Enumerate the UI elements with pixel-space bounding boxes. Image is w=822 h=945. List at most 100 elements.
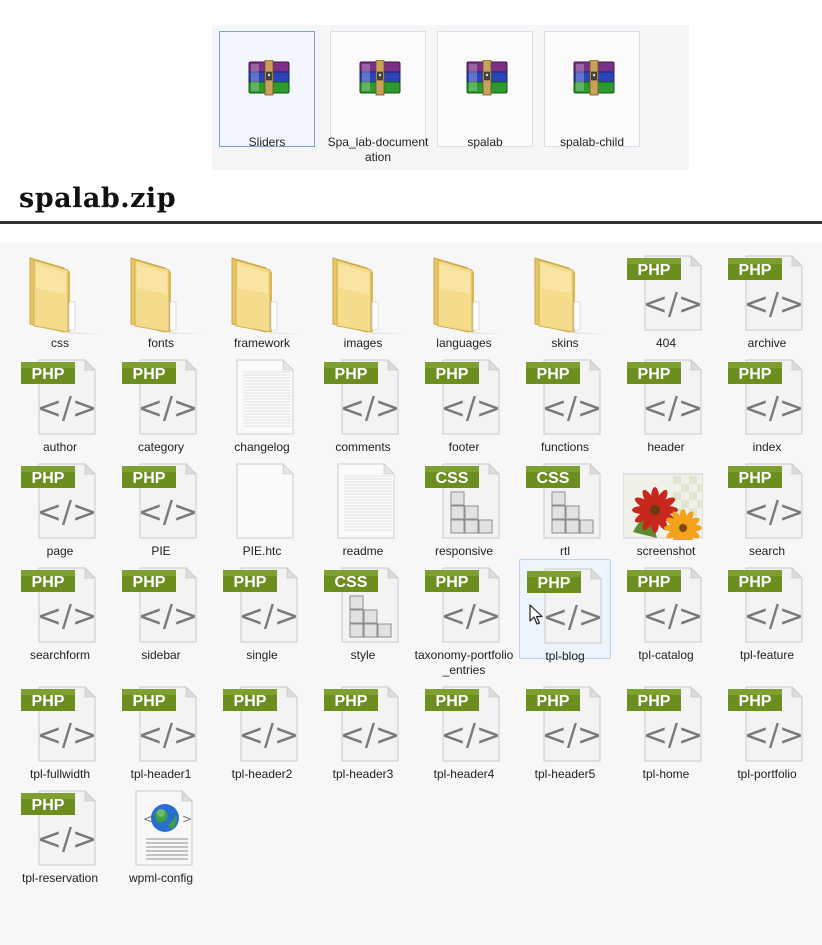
- file-label: images: [343, 336, 383, 350]
- archive-item-spalab-child[interactable]: spalab-child: [544, 31, 640, 149]
- php-file-icon: PHP </>: [219, 566, 299, 644]
- svg-text:</>: </>: [643, 718, 703, 753]
- file-item-tpl-home[interactable]: PHP </> tpl-home: [620, 678, 712, 781]
- file-item-style[interactable]: CSS style: [317, 559, 409, 662]
- php-file-icon: PHP </>: [623, 358, 703, 436]
- file-item-tpl-reservation[interactable]: PHP </> tpl-reservation: [14, 782, 106, 885]
- image-thumbnail-icon: [622, 462, 705, 547]
- folder-icon: [424, 254, 504, 334]
- archive-item-spalab[interactable]: spalab: [437, 31, 533, 149]
- file-item-sidebar[interactable]: PHP </> sidebar: [115, 559, 207, 662]
- svg-text:</>: </>: [542, 718, 602, 753]
- file-item-tpl-header3[interactable]: PHP </> tpl-header3: [317, 678, 409, 781]
- svg-text:PHP: PHP: [436, 574, 469, 591]
- svg-text:PHP: PHP: [739, 262, 772, 279]
- file-item-responsive[interactable]: CSS responsive: [418, 455, 510, 558]
- file-label: screenshot: [636, 544, 696, 558]
- file-item-readme[interactable]: readme: [317, 455, 409, 558]
- file-item-index[interactable]: PHP </> index: [721, 351, 813, 454]
- php-file-icon: PHP </>: [724, 358, 804, 436]
- file-item-searchform[interactable]: PHP </> searchform: [14, 559, 106, 662]
- svg-text:</>: </>: [744, 287, 804, 322]
- xml-file-icon: < >: [118, 789, 198, 867]
- file-label: author: [42, 440, 78, 454]
- svg-text:</>: </>: [138, 718, 198, 753]
- archive-label: Sliders: [248, 135, 286, 149]
- folder-icon: [20, 254, 100, 334]
- file-label: comments: [335, 440, 391, 454]
- file-item-comments[interactable]: PHP </> comments: [317, 351, 409, 454]
- svg-text:PHP: PHP: [739, 470, 772, 487]
- file-label: tpl-reservation: [21, 871, 99, 885]
- file-label: rtl: [560, 544, 570, 558]
- svg-text:PHP: PHP: [32, 797, 65, 814]
- php-file-icon: PHP </>: [320, 685, 400, 763]
- folder-icon: [222, 254, 302, 334]
- file-item-tpl-fullwidth[interactable]: PHP </> tpl-fullwidth: [14, 678, 106, 781]
- winrar-archive-icon: [248, 59, 290, 96]
- file-item-tpl-portfolio[interactable]: PHP </> tpl-portfolio: [721, 678, 813, 781]
- file-item-pie[interactable]: PHP </> PIE: [115, 455, 207, 558]
- svg-text:</>: </>: [542, 391, 602, 426]
- file-label: archive: [747, 336, 787, 350]
- svg-text:</>: </>: [643, 287, 703, 322]
- file-item-wpml-config[interactable]: < > wpml-config: [115, 782, 207, 885]
- title-divider: [0, 221, 822, 224]
- svg-text:</>: </>: [138, 391, 198, 426]
- php-file-icon: PHP </>: [623, 254, 703, 332]
- svg-text:PHP: PHP: [436, 366, 469, 383]
- archive-item-sliders[interactable]: Sliders: [219, 31, 315, 149]
- file-item-skins[interactable]: skins: [519, 247, 611, 350]
- file-item-footer[interactable]: PHP </> footer: [418, 351, 510, 454]
- archive-label: Spa_lab-documentation: [327, 135, 429, 164]
- svg-text:PHP: PHP: [537, 693, 570, 710]
- svg-text:PHP: PHP: [335, 366, 368, 383]
- svg-text:CSS: CSS: [335, 574, 368, 591]
- file-label: taxonomy-portfolio_entries: [414, 648, 514, 677]
- svg-text:PHP: PHP: [335, 693, 368, 710]
- file-item-header[interactable]: PHP </> header: [620, 351, 712, 454]
- archive-item-spa-lab-documentation[interactable]: Spa_lab-documentation: [328, 31, 428, 164]
- file-item-author[interactable]: PHP </> author: [14, 351, 106, 454]
- file-item-pie-htc[interactable]: PIE.htc: [216, 455, 308, 558]
- file-item-category[interactable]: PHP </> category: [115, 351, 207, 454]
- file-label: readme: [342, 544, 384, 558]
- file-item-page[interactable]: PHP </> page: [14, 455, 106, 558]
- file-item-tpl-header1[interactable]: PHP </> tpl-header1: [115, 678, 207, 781]
- folder-icon: [323, 254, 403, 334]
- file-item-tpl-blog[interactable]: PHP </> tpl-blog: [519, 559, 611, 663]
- file-item-tpl-catalog[interactable]: PHP </> tpl-catalog: [620, 559, 712, 662]
- file-item-archive[interactable]: PHP </> archive: [721, 247, 813, 350]
- file-item-images[interactable]: images: [317, 247, 409, 350]
- file-label: footer: [448, 440, 480, 454]
- file-item-fonts[interactable]: fonts: [115, 247, 207, 350]
- file-item-tpl-header5[interactable]: PHP </> tpl-header5: [519, 678, 611, 781]
- php-file-icon: PHP </>: [421, 566, 501, 644]
- file-label: fonts: [147, 336, 174, 350]
- svg-text:PHP: PHP: [638, 366, 671, 383]
- file-item-tpl-header4[interactable]: PHP </> tpl-header4: [418, 678, 510, 781]
- file-item-single[interactable]: PHP </> single: [216, 559, 308, 662]
- file-item-search[interactable]: PHP </> search: [721, 455, 813, 558]
- file-item-css[interactable]: css: [14, 247, 106, 350]
- file-label: category: [137, 440, 185, 454]
- file-item-changelog[interactable]: changelog: [216, 351, 308, 454]
- file-item-taxonomy-portfolio-entries[interactable]: PHP </> taxonomy-portfolio_entries: [415, 559, 513, 677]
- file-item-screenshot[interactable]: screenshot: [620, 455, 712, 558]
- file-item-functions[interactable]: PHP </> functions: [519, 351, 611, 454]
- file-label: tpl-header5: [534, 767, 596, 781]
- file-label: languages: [436, 336, 492, 350]
- file-label: tpl-header2: [231, 767, 293, 781]
- file-label: tpl-header4: [433, 767, 495, 781]
- file-item-languages[interactable]: languages: [418, 247, 510, 350]
- folder-icon: [121, 254, 201, 334]
- file-item-tpl-header2[interactable]: PHP </> tpl-header2: [216, 678, 308, 781]
- php-file-icon: PHP </>: [724, 566, 804, 644]
- file-item-tpl-feature[interactable]: PHP </> tpl-feature: [721, 559, 813, 662]
- php-file-icon: PHP </>: [118, 685, 198, 763]
- file-item-rtl[interactable]: CSS rtl: [519, 455, 611, 558]
- svg-text:</>: </>: [643, 599, 703, 634]
- file-item-framework[interactable]: framework: [216, 247, 308, 350]
- file-item-404[interactable]: PHP </> 404: [620, 247, 712, 350]
- svg-text:PHP: PHP: [537, 366, 570, 383]
